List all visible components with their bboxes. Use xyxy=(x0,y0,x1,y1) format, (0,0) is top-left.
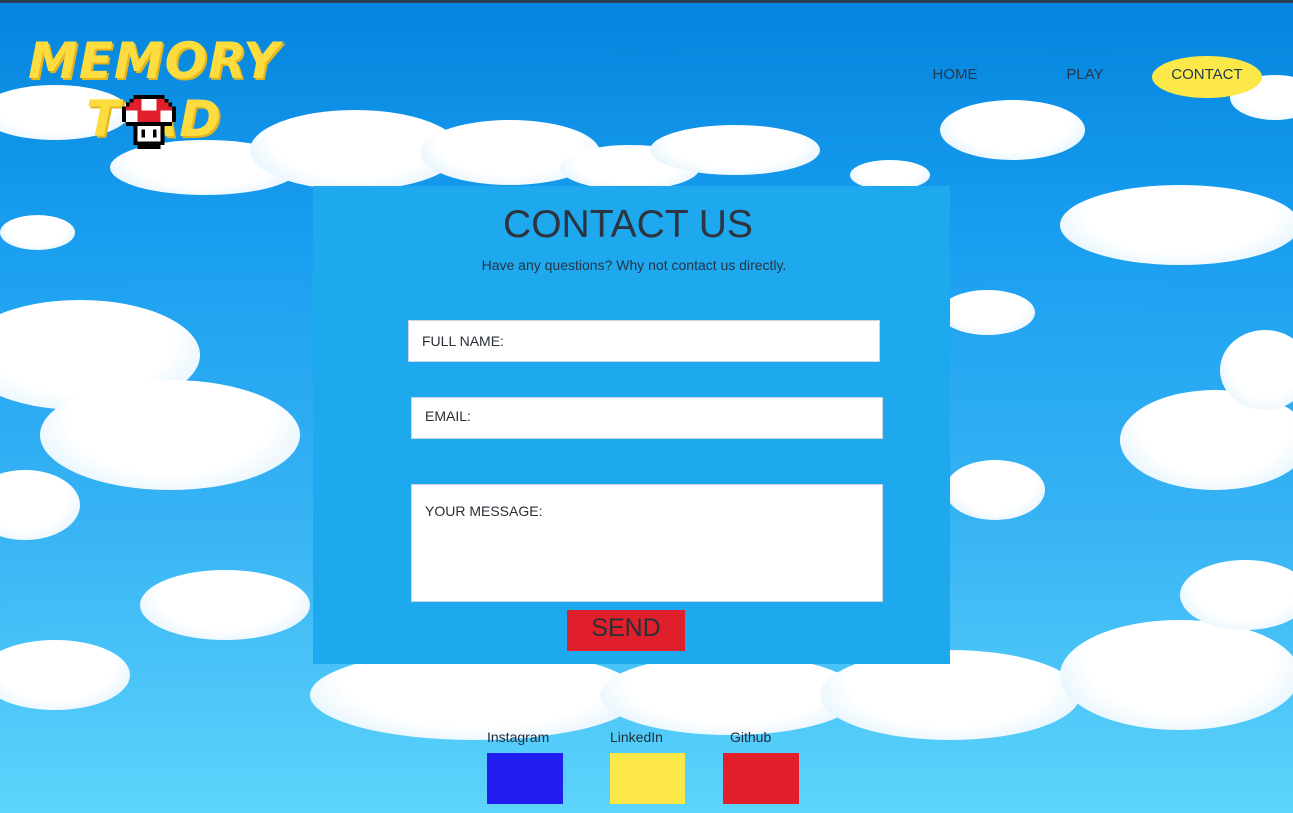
instagram-link[interactable] xyxy=(487,753,563,804)
window-top-border xyxy=(0,0,1293,3)
email-placeholder: EMAIL: xyxy=(425,408,471,424)
page-subtitle: Have any questions? Why not contact us d… xyxy=(481,257,787,273)
nav-contact-link[interactable]: CONTACT xyxy=(1152,56,1262,98)
github-link[interactable] xyxy=(723,753,799,804)
send-button[interactable]: SEND xyxy=(567,610,685,651)
page-title: CONTACT US xyxy=(503,203,753,246)
github-label: Github xyxy=(730,729,772,745)
mushroom-icon xyxy=(122,95,176,149)
message-textarea[interactable]: YOUR MESSAGE: xyxy=(411,484,883,602)
message-placeholder: YOUR MESSAGE: xyxy=(425,503,543,519)
instagram-label: Instagram xyxy=(487,729,550,745)
linkedin-link[interactable] xyxy=(610,753,685,804)
contact-panel: CONTACT US Have any questions? Why not c… xyxy=(313,186,950,664)
nav-play-link[interactable]: PLAY xyxy=(1045,66,1125,83)
logo-word-memory: MEMORY xyxy=(28,32,281,90)
full-name-field[interactable]: FULL NAME: xyxy=(408,320,880,362)
email-field[interactable]: EMAIL: xyxy=(411,397,883,439)
full-name-placeholder: FULL NAME: xyxy=(422,333,504,349)
site-logo[interactable]: MEMORY T AD xyxy=(22,30,279,160)
nav-home-link[interactable]: HOME xyxy=(910,66,1000,83)
linkedin-label: LinkedIn xyxy=(610,729,663,745)
